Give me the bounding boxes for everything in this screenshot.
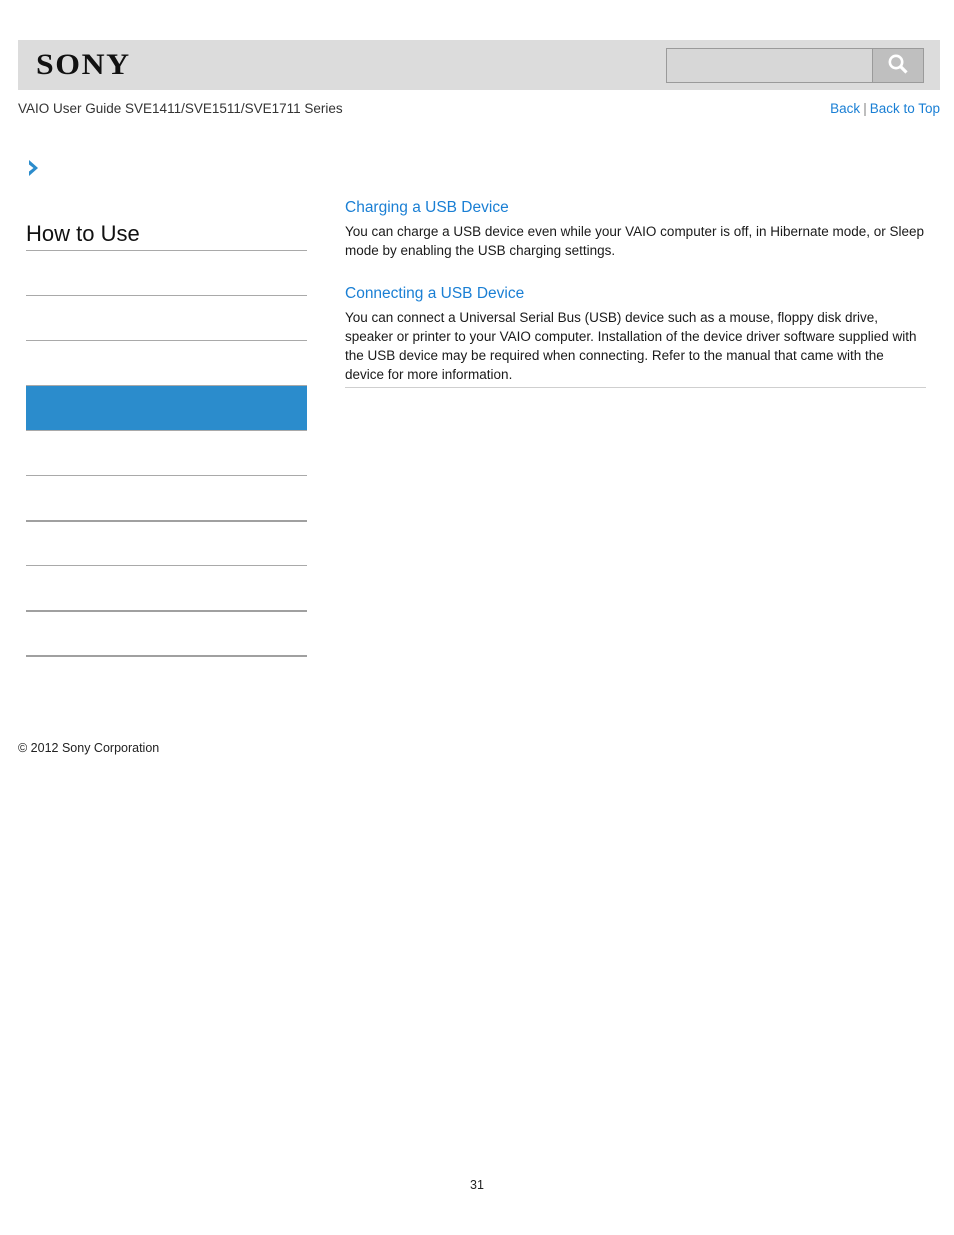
sidebar-list-bottom-divider (26, 655, 307, 657)
header-bar: SONY (18, 40, 940, 90)
sidebar-item-1[interactable] (26, 250, 307, 295)
sidebar-item-9[interactable] (26, 610, 307, 655)
sony-logo: SONY (36, 48, 131, 81)
sidebar: How to Use (26, 158, 307, 657)
topic-title-link[interactable]: Charging a USB Device (345, 198, 926, 218)
back-to-top-link[interactable]: Back to Top (870, 101, 940, 116)
nav-separator: | (863, 101, 867, 116)
sidebar-item-7[interactable] (26, 520, 307, 565)
topic-connecting-usb-device: Connecting a USB Device You can connect … (345, 284, 926, 384)
main-content: Charging a USB Device You can charge a U… (345, 198, 926, 384)
sidebar-nav-list (26, 250, 307, 657)
title-row: VAIO User Guide SVE1411/SVE1511/SVE1711 … (18, 101, 940, 121)
copyright-notice: © 2012 Sony Corporation (18, 741, 160, 755)
guide-title: VAIO User Guide SVE1411/SVE1511/SVE1711 … (18, 101, 343, 116)
sidebar-item-8[interactable] (26, 565, 307, 610)
search-input[interactable] (667, 49, 872, 82)
topic-title-link[interactable]: Connecting a USB Device (345, 284, 926, 304)
back-link[interactable]: Back (830, 101, 860, 116)
search-button[interactable] (872, 49, 923, 82)
sidebar-item-6[interactable] (26, 475, 307, 520)
topic-charging-usb-device: Charging a USB Device You can charge a U… (345, 198, 926, 260)
chevron-right-icon[interactable] (26, 158, 307, 178)
topic-body: You can connect a Universal Serial Bus (… (345, 310, 917, 382)
search-box (666, 48, 924, 83)
sidebar-item-5[interactable] (26, 430, 307, 475)
topic-body: You can charge a USB device even while y… (345, 224, 925, 258)
search-icon (885, 51, 911, 80)
page-number: 31 (470, 1178, 484, 1192)
sidebar-item-4-selected[interactable] (26, 385, 307, 430)
page-title: How to Use (26, 221, 140, 246)
sidebar-item-3[interactable] (26, 340, 307, 385)
sidebar-item-2[interactable] (26, 295, 307, 340)
content-bottom-divider (345, 387, 926, 388)
header-nav-links: Back | Back to Top (830, 101, 940, 116)
